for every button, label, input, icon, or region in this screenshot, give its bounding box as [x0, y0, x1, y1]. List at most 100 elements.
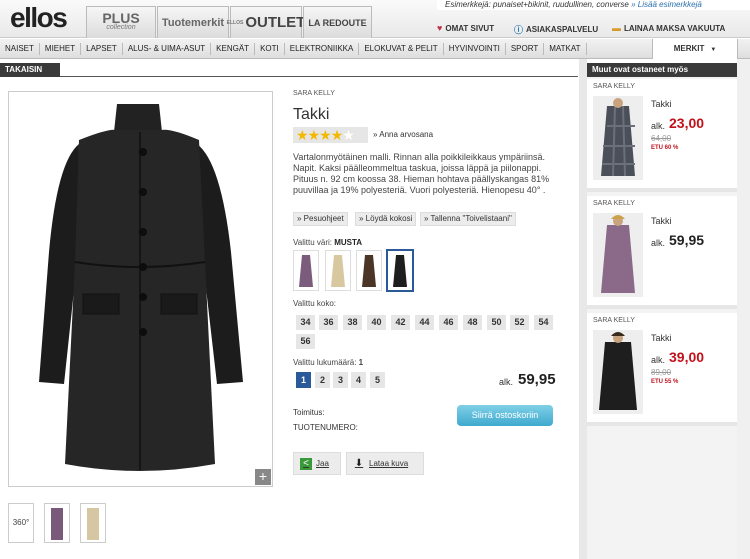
share-label: Jaa	[316, 459, 329, 468]
size-label: Valittu koko:	[293, 299, 336, 308]
product-image[interactable]: +	[8, 91, 273, 487]
thumb-360[interactable]: 360°	[8, 503, 34, 543]
size-option[interactable]: 36	[319, 315, 338, 330]
heart-icon: ♥	[437, 23, 443, 33]
chevron-down-icon: ▼	[710, 47, 717, 53]
tab-outlet-small: ELLOS	[226, 19, 244, 26]
size-option[interactable]: 52	[510, 315, 529, 330]
rotate-360-icon: 360°	[12, 518, 30, 527]
nav-item-lapset[interactable]: LAPSET	[81, 42, 123, 55]
size-option[interactable]: 34	[296, 315, 315, 330]
page-edge	[737, 59, 750, 559]
color-value: MUSTA	[334, 238, 363, 247]
merkit-dropdown[interactable]: MERKIT ▼	[652, 39, 738, 59]
swatch-purple[interactable]	[293, 250, 319, 291]
nav-item-kengat[interactable]: KENGÄT	[211, 42, 256, 55]
download-label: Lataa kuva	[369, 459, 409, 468]
lainaa-link[interactable]: ▬ LAINAA MAKSA VAKUUTA	[612, 23, 725, 33]
nav-item-miehet[interactable]: MIEHET	[40, 42, 82, 55]
merkit-label: MERKIT	[673, 44, 705, 53]
size-option[interactable]: 50	[487, 315, 506, 330]
tab-la-redoute[interactable]: LA REDOUTE	[303, 6, 372, 38]
plaid-coat-image	[593, 96, 643, 180]
purple-coat-thumb	[51, 508, 63, 540]
size-option[interactable]: 40	[367, 315, 386, 330]
rec-price: 59,95	[669, 232, 705, 248]
nav-item-hyvinvointi[interactable]: HYVINVOINTI	[444, 42, 506, 55]
tab-plus-sublabel: collection	[106, 23, 136, 31]
swatch-brown[interactable]	[356, 250, 382, 291]
qty-option[interactable]: 3	[333, 372, 348, 388]
qty-option[interactable]: 2	[315, 372, 330, 388]
purple-coat-image	[593, 213, 643, 297]
star-icon: ★	[307, 126, 321, 143]
size-option[interactable]: 54	[534, 315, 553, 330]
qty-option[interactable]: 5	[370, 372, 385, 388]
rec-old-price: 89,00	[651, 368, 672, 377]
thumb-purple[interactable]	[44, 503, 70, 543]
rec-brand: SARA KELLY	[593, 200, 635, 207]
nav-item-naiset[interactable]: NAISET	[0, 42, 40, 55]
qty-value: 1	[358, 358, 364, 367]
size-option[interactable]: 42	[391, 315, 410, 330]
rating-stars[interactable]: ★ ★ ★ ★ ★	[293, 127, 368, 143]
size-option[interactable]: 46	[439, 315, 458, 330]
rec-discount: ETU 60 %	[651, 145, 679, 151]
more-examples-link[interactable]: » Lisää esimerkkejä	[631, 0, 702, 9]
beige-coat-thumb	[87, 508, 99, 540]
share-button[interactable]: < Jaa	[293, 452, 341, 475]
tab-outlet[interactable]: ELLOS OUTLET	[226, 6, 306, 38]
price-prefix: alk.	[499, 377, 514, 387]
wash-instructions-button[interactable]: » Pesuohjeet	[293, 212, 348, 226]
rec-price-prefix: alk.	[651, 238, 666, 248]
recommendation-card[interactable]: SARA KELLY Takki alk. 23,00 64,00 ETU 60…	[587, 79, 737, 192]
rec-price: 39,00	[669, 349, 705, 365]
share-icon: <	[300, 457, 312, 470]
asiakaspalvelu-link[interactable]: ⓘ ASIAKASPALVELU	[514, 23, 598, 36]
save-wishlist-button[interactable]: » Tallenna "Toivelistaani"	[420, 212, 516, 226]
omat-sivut-link[interactable]: ♥ OMAT SIVUT	[437, 23, 494, 33]
product-brand[interactable]: SARA KELLY	[293, 90, 335, 97]
gutter	[579, 59, 587, 559]
rate-link[interactable]: » Anna arvosana	[373, 130, 433, 139]
recommendation-card[interactable]: SARA KELLY Takki alk. 39,00 89,00 ETU 55…	[587, 313, 737, 426]
size-option[interactable]: 56	[296, 334, 315, 349]
search-hint: Esimerkkejä: punaiset+bikinit, ruudullin…	[437, 0, 750, 10]
back-button[interactable]: TAKAISIN	[0, 63, 60, 77]
size-option[interactable]: 44	[415, 315, 434, 330]
main-nav: NAISET MIEHET LAPSET ALUS- & UIMA-ASUT K…	[0, 39, 750, 59]
rec-title: Takki	[651, 99, 672, 109]
nav-item-matkat[interactable]: MATKAT	[544, 42, 587, 55]
nav-item-elektroniikka[interactable]: ELEKTRONIIKKA	[285, 42, 360, 55]
color-label: Valittu väri: MUSTA	[293, 238, 362, 247]
add-to-cart-button[interactable]: Siirrä ostoskoriin	[457, 405, 553, 426]
product-title: Takki	[293, 106, 330, 123]
nav-item-sport[interactable]: SPORT	[506, 42, 545, 55]
tab-tuotemerkit[interactable]: Tuotemerkit	[157, 6, 229, 38]
product-description: Vartalonmyötäinen malli. Rinnan alla poi…	[293, 152, 550, 195]
card-icon: ▬	[612, 23, 621, 33]
tab-plus-collection[interactable]: PLUS collection	[86, 6, 156, 38]
black-coat-swatch	[393, 255, 407, 287]
qty-label: Valittu lukumäärä: 1	[293, 358, 363, 367]
nav-item-alus-uima[interactable]: ALUS- & UIMA-ASUT	[123, 42, 212, 55]
find-size-button[interactable]: » Löydä kokosi	[355, 212, 417, 226]
download-image-button[interactable]: ⬇ Lataa kuva	[346, 452, 424, 475]
nav-item-koti[interactable]: KOTI	[255, 42, 285, 55]
info-icon: ⓘ	[514, 25, 524, 35]
nav-item-elokuvat[interactable]: ELOKUVAT & PELIT	[359, 42, 444, 55]
swatch-beige[interactable]	[325, 250, 351, 291]
size-option[interactable]: 38	[343, 315, 362, 330]
thumb-beige[interactable]	[80, 503, 106, 543]
zoom-icon[interactable]: +	[255, 469, 271, 485]
qty-option[interactable]: 1	[296, 372, 311, 388]
lainaa-label: LAINAA MAKSA VAKUUTA	[624, 23, 726, 33]
ellos-logo[interactable]: ellos	[10, 2, 68, 34]
omat-sivut-label: OMAT SIVUT	[445, 23, 495, 33]
swatch-black[interactable]	[387, 250, 413, 291]
qty-option[interactable]: 4	[351, 372, 366, 388]
tab-outlet-label: OUTLET	[245, 14, 306, 31]
qty-label-text: Valittu lukumäärä:	[293, 358, 357, 367]
recommendation-card[interactable]: SARA KELLY Takki alk. 59,95	[587, 196, 737, 309]
size-option[interactable]: 48	[463, 315, 482, 330]
